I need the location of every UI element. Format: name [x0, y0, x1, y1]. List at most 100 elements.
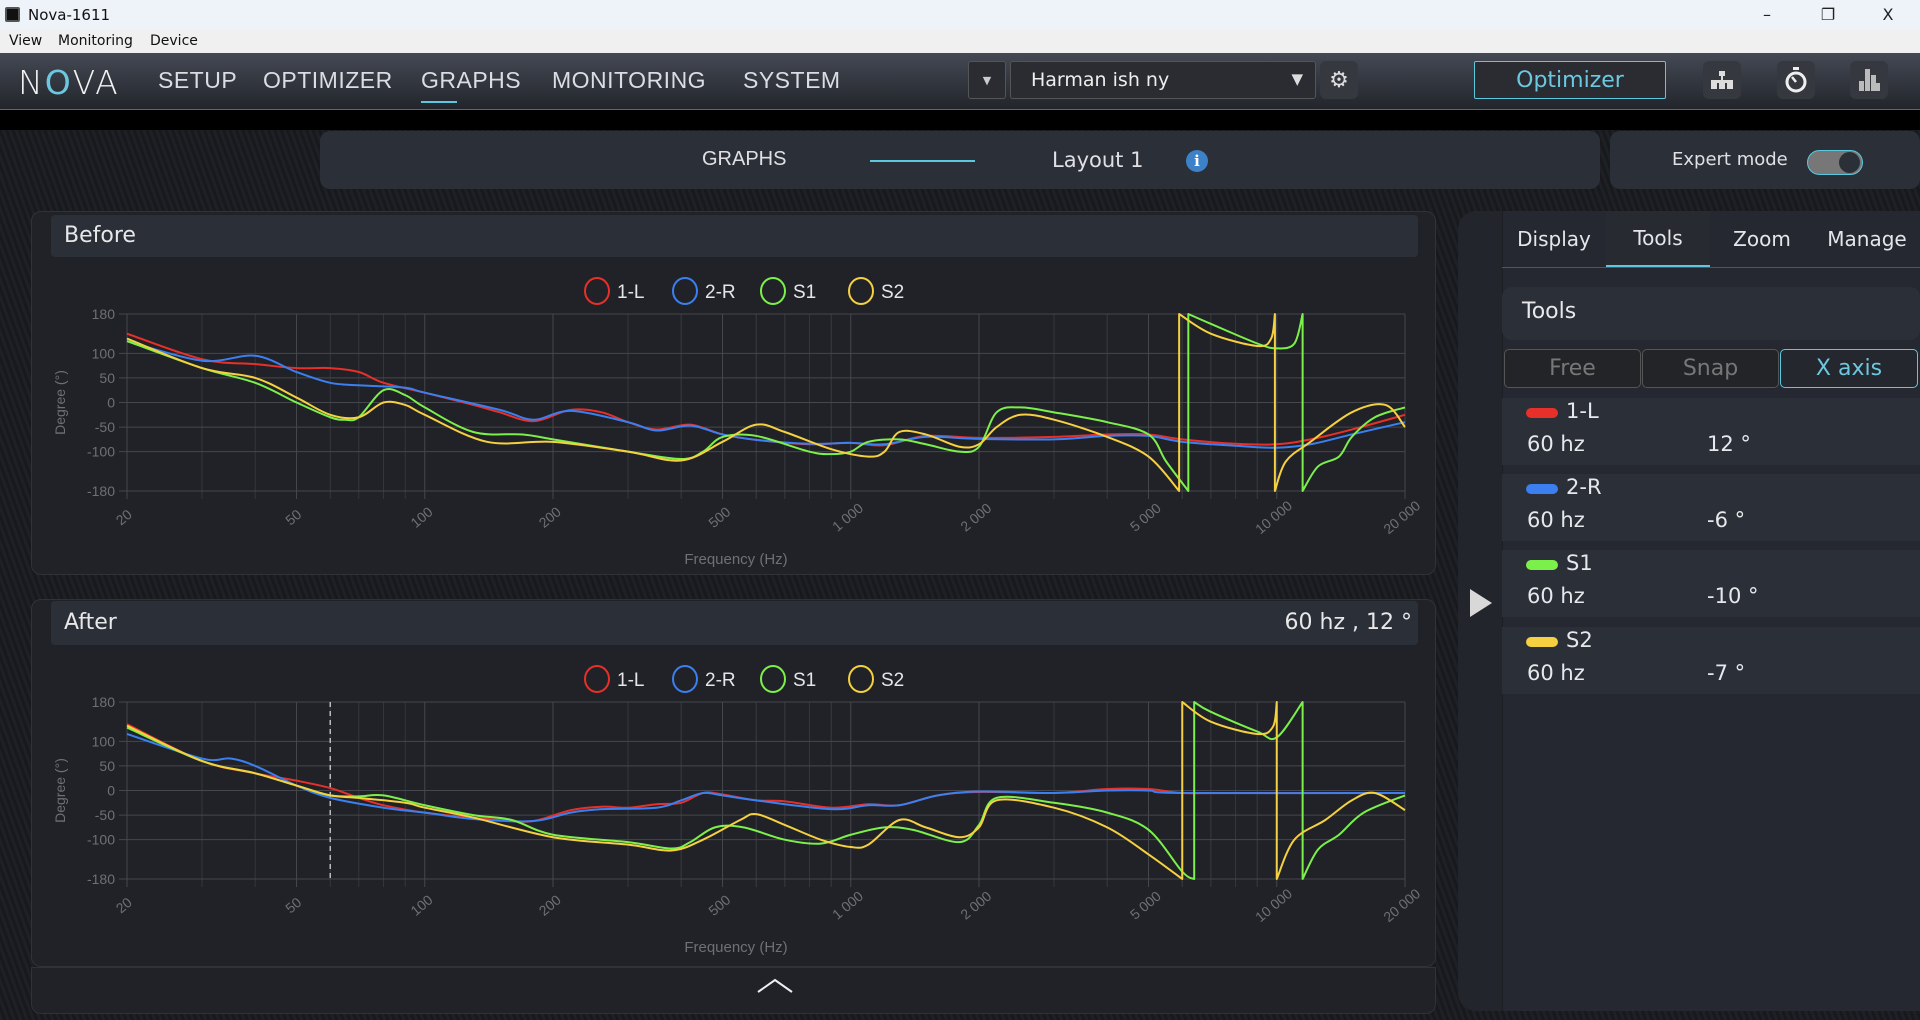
y-tick-label: -100: [87, 832, 115, 848]
y-axis-title: Degree (°): [52, 370, 68, 435]
restore-button[interactable]: ❐: [1805, 2, 1851, 28]
x-tick-label: 2 000: [957, 500, 994, 535]
tab-tools[interactable]: Tools: [1606, 211, 1710, 267]
y-tick-label: 100: [92, 733, 116, 749]
x-tick-label: 100: [407, 891, 435, 918]
x-tick-label: 20: [113, 894, 135, 916]
series-color-swatch: [1526, 484, 1558, 494]
menu-monitoring[interactable]: Monitoring: [58, 33, 133, 49]
collapse-sidebar-icon[interactable]: [1469, 588, 1493, 618]
series-name: 1-L: [1566, 399, 1599, 423]
series-phase: -6 °: [1707, 508, 1746, 532]
timer-button[interactable]: [1777, 61, 1815, 99]
x-tick-label: 500: [705, 503, 733, 530]
x-tick-label: 10 000: [1252, 885, 1295, 925]
close-button[interactable]: X: [1865, 2, 1911, 28]
sidebar-tabs: Display Tools Zoom Manage: [1502, 211, 1920, 268]
x-tick-label: 200: [536, 891, 564, 918]
x-tick-label: 20: [113, 506, 135, 528]
x-tick-label: 100: [407, 503, 435, 530]
readout-row-s2: S2 60 hz -7 °: [1502, 627, 1920, 694]
preset-menu-button[interactable]: ▼: [968, 61, 1006, 99]
y-tick-label: 0: [107, 395, 115, 411]
legend-label-s2: S2: [881, 282, 904, 303]
before-graph-panel: Before 20 50 100 200 500 1 000 2 000 5 000 10 00…: [31, 211, 1436, 575]
expert-mode-toggle[interactable]: [1807, 150, 1863, 175]
nova-logo: NOVA: [18, 63, 120, 102]
gear-icon: ⚙: [1329, 67, 1349, 93]
series-name: S1: [1566, 551, 1593, 575]
tools-section-title: Tools: [1522, 299, 1577, 324]
legend-label-1-l: 1-L: [617, 670, 644, 691]
mode-x-axis-button[interactable]: X axis: [1780, 349, 1918, 388]
after-phase-chart[interactable]: 20 50 100 200 500 1 000 2 000 5 000 10 000 20 000…: [32, 600, 1437, 968]
divider-line: [870, 160, 975, 162]
legend-marker-s2: [848, 665, 874, 693]
y-tick-label: 50: [99, 370, 115, 386]
graph-footer: [31, 967, 1436, 1014]
tab-zoom[interactable]: Zoom: [1710, 211, 1814, 267]
series-line-2-r: [126, 733, 1406, 823]
y-tick-label: 0: [107, 783, 115, 799]
series-phase: -10 °: [1707, 584, 1759, 608]
optimizer-button[interactable]: Optimizer: [1474, 61, 1666, 99]
network-tree-icon: [1711, 71, 1733, 89]
chevron-up-icon[interactable]: [755, 976, 795, 996]
toggle-knob: [1839, 152, 1860, 173]
series-frequency: 60 hz: [1527, 584, 1585, 608]
expert-mode-label: Expert mode: [1672, 149, 1788, 170]
legend-label-s1: S1: [793, 282, 816, 303]
before-phase-chart[interactable]: 20 50 100 200 500 1 000 2 000 5 000 10 000 20 000…: [32, 212, 1437, 576]
chevron-down-icon: ▼: [1291, 70, 1303, 88]
mode-snap-button[interactable]: Snap: [1642, 349, 1779, 388]
series-line-1-l: [126, 332, 1406, 447]
legend-marker-2-r: [672, 277, 698, 305]
menu-device[interactable]: Device: [150, 33, 198, 49]
preset-settings-button[interactable]: ⚙: [1320, 61, 1358, 99]
layout-bar: GRAPHS Layout 1 i: [320, 131, 1600, 189]
x-tick-label: 500: [705, 891, 733, 918]
x-tick-label: 200: [536, 503, 564, 530]
tab-display[interactable]: Display: [1502, 211, 1606, 267]
y-tick-label: -180: [87, 483, 115, 499]
legend-label-s1: S1: [793, 670, 816, 691]
y-tick-label: -50: [95, 419, 115, 435]
legend-label-2-r: 2-R: [705, 670, 736, 691]
x-tick-label: 20 000: [1380, 497, 1423, 537]
nav-optimizer[interactable]: OPTIMIZER: [263, 67, 393, 94]
x-tick-label: 50: [282, 506, 304, 528]
menu-bar: View Monitoring Device: [0, 30, 1920, 53]
info-icon[interactable]: i: [1186, 150, 1208, 172]
x-axis-title: Frequency (Hz): [684, 939, 787, 956]
legend-marker-1-l: [584, 665, 610, 693]
window-titlebar: Nova-1611 – ❐ X: [0, 0, 1920, 30]
x-tick-label: 5 000: [1127, 500, 1164, 535]
y-axis-title: Degree (°): [52, 758, 68, 823]
network-button[interactable]: [1703, 61, 1741, 99]
series-name: 2-R: [1566, 475, 1602, 499]
y-tick-label: -50: [95, 807, 115, 823]
preset-value: Harman ish ny: [1031, 69, 1170, 91]
preset-select[interactable]: Harman ish ny ▼: [1010, 61, 1316, 99]
app-header: NOVA SETUP OPTIMIZER GRAPHS MONITORING S…: [0, 53, 1920, 110]
tab-manage[interactable]: Manage: [1814, 211, 1920, 267]
minimize-button[interactable]: –: [1744, 2, 1790, 28]
nav-graphs[interactable]: GRAPHS: [421, 67, 521, 103]
nav-setup[interactable]: SETUP: [158, 67, 237, 94]
legend-label-2-r: 2-R: [705, 282, 736, 303]
readout-row-1-l: 1-L 60 hz 12 °: [1502, 398, 1920, 465]
nav-monitoring[interactable]: MONITORING: [552, 67, 706, 94]
legend-marker-s2: [848, 277, 874, 305]
layout-name[interactable]: Layout 1: [1052, 148, 1143, 172]
section-title: GRAPHS: [702, 148, 787, 170]
levels-button[interactable]: [1850, 61, 1888, 99]
nav-system[interactable]: SYSTEM: [743, 67, 841, 94]
tools-section-header: Tools: [1502, 287, 1920, 340]
x-tick-label: 50: [282, 894, 304, 916]
series-phase: -7 °: [1707, 661, 1746, 685]
mode-free-button[interactable]: Free: [1504, 349, 1641, 388]
series-line-2-r: [126, 340, 1406, 449]
legend-label-1-l: 1-L: [617, 282, 644, 303]
menu-view[interactable]: View: [9, 33, 42, 49]
caret-down-icon: ▼: [982, 73, 992, 87]
